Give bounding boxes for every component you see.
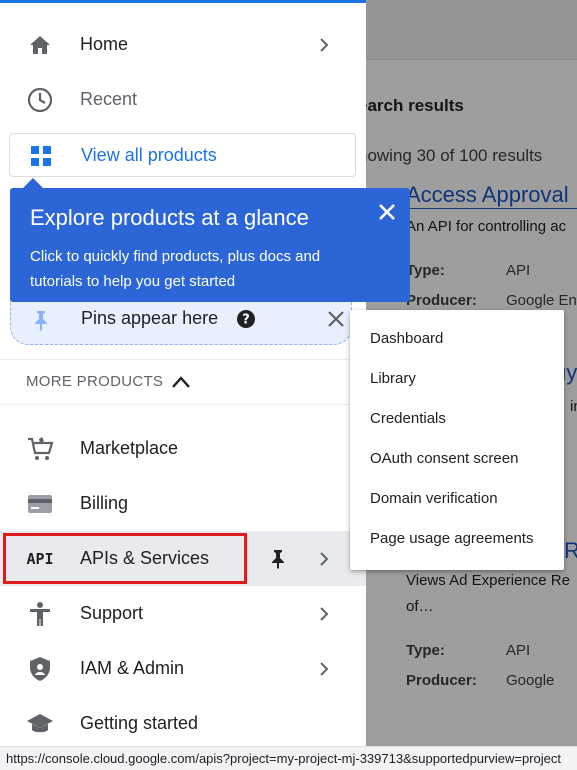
divider [0, 359, 366, 360]
view-all-products-label: View all products [81, 145, 217, 165]
nav-item-support[interactable]: Support [0, 586, 366, 641]
divider [0, 404, 366, 405]
nav-label-getting-started: Getting started [80, 713, 199, 733]
more-products-toggle[interactable]: MORE PRODUCTS [26, 373, 163, 390]
submenu-item-credentials[interactable]: Credentials [370, 410, 446, 427]
callout-body: Click to quickly find products, plus doc… [30, 248, 321, 290]
submenu-item-page-usage[interactable]: Page usage agreements [370, 530, 533, 547]
cart-icon [26, 435, 54, 463]
navigation-drawer: Home Recent View all products Pins appea… [0, 0, 366, 770]
grid-icon [27, 142, 55, 170]
submenu-item-library[interactable]: Library [370, 370, 416, 387]
svg-text:?: ? [242, 313, 250, 328]
home-icon [26, 31, 54, 59]
chevron-right-icon [316, 661, 332, 677]
pins-label: Pins appear here [81, 308, 219, 328]
pin-icon[interactable] [270, 549, 286, 569]
highlight-annotation-box [3, 533, 247, 584]
nav-label-marketplace: Marketplace [80, 438, 179, 458]
chevron-up-icon[interactable] [171, 375, 191, 389]
support-person-icon [26, 600, 54, 628]
nav-label-support: Support [80, 603, 144, 623]
explore-products-callout: Explore products at a glance Click to qu… [10, 188, 410, 302]
submenu-item-domain-verification[interactable]: Domain verification [370, 490, 498, 507]
nav-item-iam-admin[interactable]: IAM & Admin [0, 641, 366, 696]
nav-label-recent: Recent [80, 89, 138, 109]
nav-label-iam-admin: IAM & Admin [80, 658, 185, 678]
close-icon[interactable] [327, 310, 345, 328]
nav-label-billing: Billing [80, 493, 129, 513]
view-all-products-button[interactable]: View all products [9, 133, 356, 177]
pins-placeholder: Pins appear here ? [10, 295, 352, 345]
status-bar-url: https://console.cloud.google.com/apis?pr… [0, 746, 577, 770]
clock-icon [26, 86, 54, 114]
billing-card-icon [26, 490, 54, 518]
callout-title: Explore products at a glance [30, 205, 309, 230]
nav-item-marketplace[interactable]: Marketplace [0, 421, 366, 476]
chevron-right-icon [316, 551, 332, 567]
help-icon[interactable]: ? [236, 309, 256, 329]
graduation-cap-icon [26, 710, 54, 738]
submenu-item-oauth-consent[interactable]: OAuth consent screen [370, 450, 518, 467]
nav-item-getting-started[interactable]: Getting started [0, 696, 366, 751]
nav-item-home[interactable]: Home [0, 17, 366, 72]
nav-item-recent[interactable]: Recent [0, 72, 366, 127]
shield-icon [26, 655, 54, 683]
chevron-right-icon [316, 37, 332, 53]
pin-icon [27, 306, 55, 334]
apis-services-submenu: Dashboard Library Credentials OAuth cons… [350, 310, 564, 570]
close-icon[interactable] [375, 200, 399, 224]
submenu-item-dashboard[interactable]: Dashboard [370, 330, 443, 347]
nav-label-home: Home [80, 34, 129, 54]
nav-item-billing[interactable]: Billing [0, 476, 366, 531]
more-products-label: MORE PRODUCTS [26, 373, 164, 390]
chevron-right-icon [316, 606, 332, 622]
